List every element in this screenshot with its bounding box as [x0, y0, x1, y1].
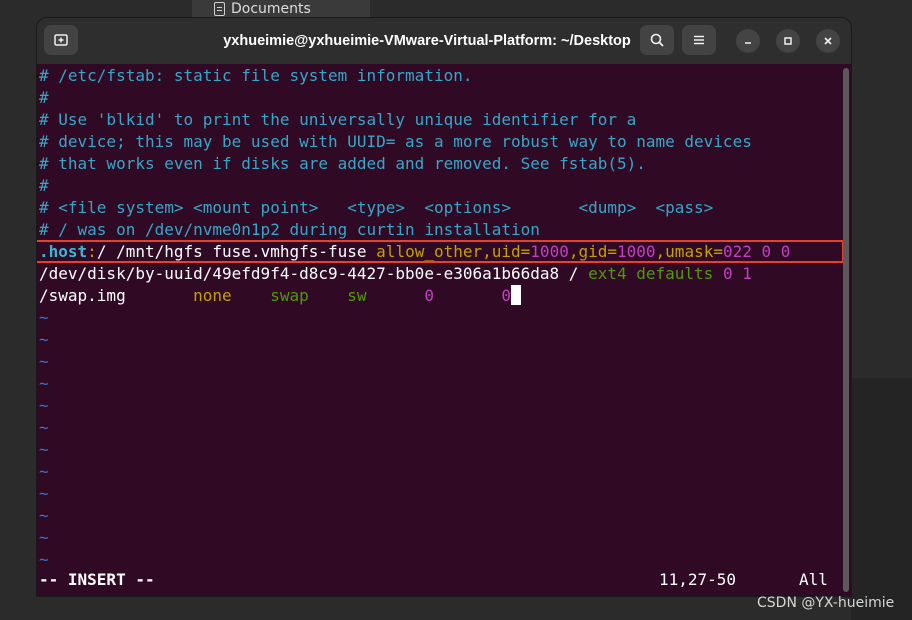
swap-type: swap [270, 286, 309, 305]
vim-status-bar: -- INSERT -- 11,27-50 All [39, 569, 829, 591]
tilde-marker: ~ [39, 506, 49, 525]
uuid-dump: 0 [722, 264, 733, 283]
swap-options: sw [347, 286, 367, 305]
uuid-options: defaults [636, 264, 714, 283]
background-folder-label: Documents [231, 1, 311, 17]
uuid-fs-type: ext4 [588, 264, 627, 283]
option-uid-key: uid= [491, 242, 531, 261]
fstab-comment-line: # that works even if disks are added and… [39, 154, 646, 173]
fstab-comment-line: # [39, 88, 49, 107]
swap-mount: none [193, 286, 232, 305]
option-gid-key: gid= [578, 242, 617, 261]
fstab-uuid-entry: /dev/disk/by-uuid/49efd9f4-d8c9-4427-bb0… [39, 263, 752, 285]
terminal-content[interactable]: # /etc/fstab: static file system informa… [37, 64, 851, 596]
tilde-marker: ~ [39, 308, 49, 327]
maximize-button[interactable] [776, 29, 800, 53]
tilde-marker: ~ [39, 396, 49, 415]
option-uid-value: 1000 [530, 242, 569, 261]
tilde-marker: ~ [39, 352, 49, 371]
text-cursor [511, 285, 522, 305]
fstab-comment-line: # device; this may be used with UUID= as… [39, 132, 752, 151]
search-icon [650, 33, 664, 47]
minimize-icon [745, 42, 751, 44]
vim-mode-indicator: -- INSERT -- [39, 570, 155, 589]
fstab-comment-line: # / was on /dev/nvme0n1p2 during curtin … [39, 220, 540, 239]
fstab-comment-line: # <file system> <mount point> <type> <op… [39, 198, 714, 217]
watermark: CSDN @YX-hueimie [757, 595, 895, 611]
host-mount-spec: / /mnt/hgfs fuse.vmhgfs-fuse [96, 242, 377, 261]
swap-dump: 0 [424, 286, 434, 305]
menu-button[interactable] [682, 25, 716, 55]
option-allow-other: allow_other, [376, 242, 492, 261]
host-token: .host [39, 242, 88, 261]
tilde-marker: ~ [39, 374, 49, 393]
scroll-indicator: All [799, 570, 828, 589]
title-bar[interactable]: yxhueimie@yxhueimie-VMware-Virtual-Platf… [37, 18, 851, 64]
vertical-scrollbar[interactable] [843, 68, 849, 592]
option-gid-value: 1000 [617, 242, 656, 261]
maximize-icon [784, 37, 792, 45]
tilde-marker: ~ [39, 418, 49, 437]
new-tab-icon [54, 34, 68, 46]
swap-device: /swap.img [39, 286, 126, 305]
search-button[interactable] [640, 25, 674, 55]
dump-value: 0 [761, 242, 772, 261]
tilde-marker: ~ [39, 440, 49, 459]
fstab-host-entry: .host:/ /mnt/hgfs fuse.vmhgfs-fuse allow… [39, 241, 790, 263]
fstab-comment-line: # /etc/fstab: static file system informa… [39, 66, 473, 85]
cursor-position: 11,27-50 [659, 570, 737, 589]
background-files-tab: Documents [192, 0, 370, 18]
tilde-marker: ~ [39, 528, 49, 547]
fstab-comment-line: # [39, 176, 49, 195]
option-comma: , [655, 242, 666, 261]
close-button[interactable] [816, 29, 840, 53]
tilde-marker: ~ [39, 550, 49, 569]
fstab-comment-line: # Use 'blkid' to print the universally u… [39, 110, 637, 129]
close-icon [824, 37, 832, 45]
window-title: yxhueimie@yxhueimie-VMware-Virtual-Platf… [223, 33, 631, 49]
option-umask-key: umask= [665, 242, 723, 261]
uuid-pass: 1 [742, 264, 752, 283]
minimize-button[interactable] [736, 29, 760, 53]
pass-value: 0 [780, 242, 791, 261]
terminal-window: yxhueimie@yxhueimie-VMware-Virtual-Platf… [37, 18, 851, 596]
uuid-device: /dev/disk/by-uuid/49efd9f4-d8c9-4427-bb0… [39, 264, 589, 283]
tilde-marker: ~ [39, 484, 49, 503]
tilde-marker: ~ [39, 462, 49, 481]
document-icon [214, 2, 225, 16]
swap-pass: 0 [501, 286, 512, 305]
hamburger-menu-icon [694, 35, 704, 45]
new-tab-button[interactable] [44, 25, 78, 55]
fstab-swap-entry: /swap.img none swap sw 0 0 [39, 285, 522, 307]
host-colon: : [87, 242, 97, 261]
option-umask-value: 022 [722, 242, 752, 261]
tilde-marker: ~ [39, 330, 49, 349]
background-panel [851, 378, 912, 620]
